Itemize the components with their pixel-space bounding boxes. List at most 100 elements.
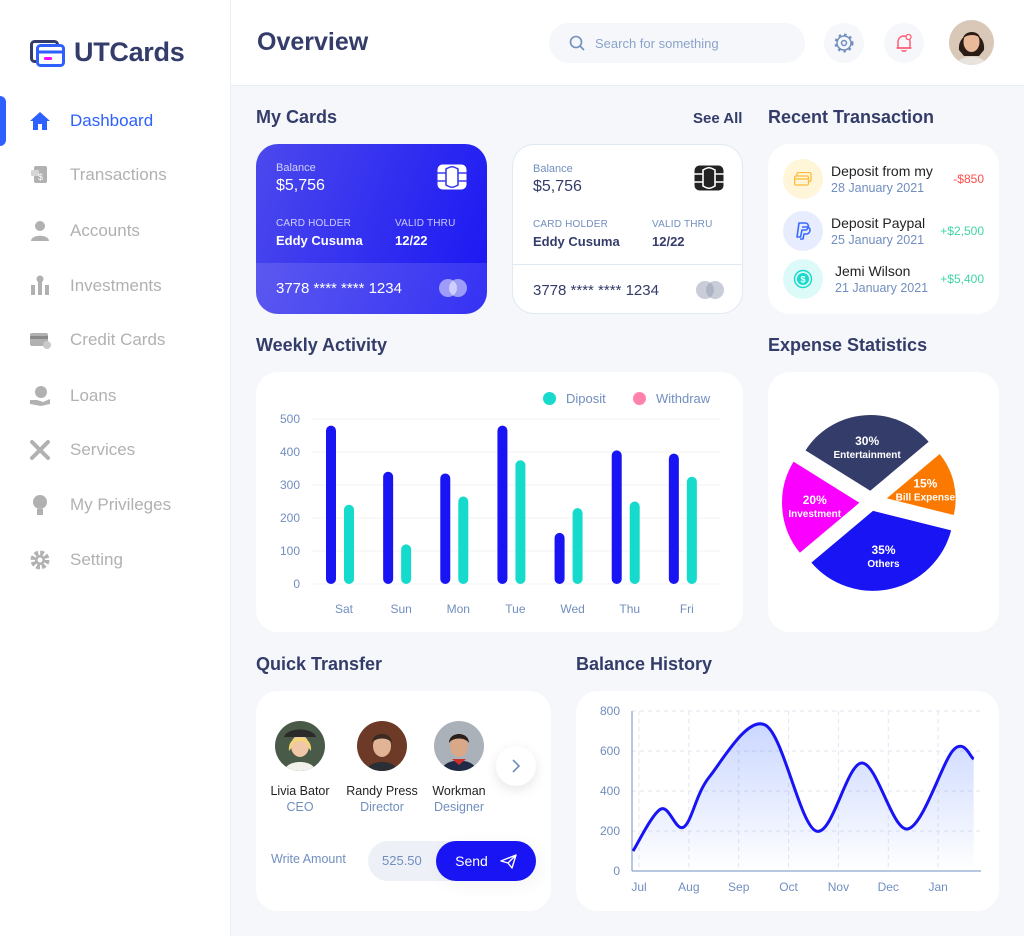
contact-name: Livia Bator	[270, 784, 330, 798]
settings-icon	[29, 549, 51, 571]
sidebar-item-transactions[interactable]: $ Transactions	[0, 150, 231, 200]
contact-avatar	[275, 721, 325, 771]
credit-card-icon	[29, 329, 51, 351]
card-icon	[783, 159, 823, 199]
y-tick-label: 200	[280, 511, 300, 525]
contact-role: Director	[360, 800, 404, 814]
pie-slice-percent: 35%	[871, 543, 895, 557]
contact-name: Randy Press	[346, 784, 418, 798]
user-avatar[interactable]	[949, 20, 994, 65]
card-holder: Eddy Cusuma	[533, 234, 620, 249]
card-number: 3778 **** **** 1234	[276, 280, 402, 297]
y-tick-label: 400	[280, 445, 300, 459]
expense-statistics-panel: 30% Entertainment 15% Bill Expense 35% Others…	[768, 372, 999, 632]
notifications-button[interactable]	[884, 23, 924, 63]
credit-card[interactable]: Balance $5,756 CARD HOLDER Eddy Cusuma V…	[512, 144, 743, 314]
card-balance-label: Balance	[276, 162, 316, 174]
transaction-row[interactable]: Deposit Paypal 25 January 2021 +$2,500	[783, 211, 984, 253]
amount-input[interactable]	[382, 853, 437, 868]
pie-slice-label: Bill Expense	[896, 492, 956, 503]
y-tick-label: 500	[280, 412, 300, 426]
next-contacts-button[interactable]	[496, 746, 536, 786]
x-tick-label: Fri	[680, 602, 694, 616]
bar-diposit	[401, 544, 412, 584]
sidebar-item-investments[interactable]: Investments	[0, 261, 231, 311]
y-tick-label: 600	[600, 744, 620, 758]
contact-role: Designer	[433, 800, 485, 814]
loan-icon	[29, 385, 51, 407]
area-fill	[633, 723, 974, 871]
y-tick-label: 200	[600, 824, 620, 838]
sidebar-item-loans[interactable]: Loans	[0, 371, 231, 421]
sidebar-item-setting[interactable]: Setting	[0, 535, 231, 585]
bell-icon	[896, 33, 912, 52]
pie-slice-percent: 15%	[913, 476, 937, 490]
transaction-row[interactable]: $ Jemi Wilson 21 January 2021 +$5,400	[783, 259, 984, 301]
card-valid-label: VALID THRU	[395, 218, 456, 229]
bar-diposit	[515, 460, 526, 584]
x-tick-label: Aug	[678, 880, 699, 894]
transaction-date: 28 January 2021	[831, 181, 925, 195]
dollar-icon: $	[783, 259, 823, 299]
card-valid: 12/22	[652, 234, 685, 249]
y-tick-label: 0	[293, 577, 300, 591]
x-tick-label: Tue	[505, 602, 526, 616]
sidebar-item-label: Accounts	[70, 221, 140, 240]
sidebar-item-credit-cards[interactable]: Credit Cards	[0, 315, 231, 365]
send-button[interactable]: Send	[436, 841, 536, 881]
sidebar-item-label: Loans	[70, 386, 117, 405]
service-icon	[29, 439, 51, 461]
sidebar-item-label: Credit Cards	[70, 330, 166, 349]
search-bar[interactable]	[549, 23, 805, 63]
y-tick-label: 0	[613, 864, 620, 878]
sidebar-item-dashboard[interactable]: Dashboard	[0, 96, 231, 146]
card-holder-label: CARD HOLDER	[533, 219, 608, 230]
bar-diposit	[458, 496, 469, 584]
card-valid: 12/22	[395, 233, 428, 248]
sidebar-item-my-privileges[interactable]: My Privileges	[0, 480, 231, 530]
credit-card[interactable]: Balance $5,756 CARD HOLDER Eddy Cusuma V…	[256, 144, 487, 314]
search-icon	[569, 35, 585, 51]
app-logo[interactable]: UTCards	[30, 36, 185, 68]
svg-text:$: $	[800, 275, 805, 285]
quick-transfer-title: Quick Transfer	[256, 654, 383, 674]
chevron-right-icon	[512, 759, 521, 773]
x-tick-label: Jan	[928, 880, 947, 894]
bar-withdraw	[326, 425, 336, 584]
y-tick-label: 800	[600, 704, 620, 718]
transaction-title: Deposit from my	[831, 163, 933, 179]
svg-text:$: $	[38, 172, 43, 182]
sidebar-item-label: My Privileges	[70, 495, 172, 514]
card-number-strip: 3778 **** **** 1234	[513, 264, 742, 313]
sidebar-item-accounts[interactable]: Accounts	[0, 206, 231, 256]
card-holder: Eddy Cusuma	[276, 233, 363, 248]
contact-card[interactable]: Livia Bator CEO	[260, 721, 340, 814]
chip-icon	[694, 165, 724, 191]
contact-card[interactable]: Randy Press Director	[342, 721, 422, 814]
transfer-icon: $	[29, 164, 51, 186]
x-tick-label: Sep	[728, 880, 750, 894]
search-input[interactable]	[595, 35, 785, 51]
settings-button[interactable]	[824, 23, 864, 63]
x-tick-label: Sat	[335, 602, 354, 616]
x-tick-label: Mon	[447, 602, 470, 616]
top-header: Overview	[231, 0, 1024, 86]
expense-statistics-title: Expense Statistics	[768, 335, 928, 355]
sidebar-item-services[interactable]: Services	[0, 425, 231, 475]
contact-card[interactable]: Workman Designer	[419, 721, 499, 814]
transaction-date: 25 January 2021	[831, 233, 925, 247]
bar-withdraw	[440, 473, 451, 584]
x-tick-label: Nov	[828, 880, 849, 894]
app-name: UTCards	[74, 36, 185, 67]
investment-icon	[29, 275, 51, 297]
x-tick-label: Wed	[560, 602, 584, 616]
balance-history-chart: 800 600 400 200 0 Jul Aug Sep Oct Nov Dec Jan	[600, 704, 981, 894]
see-all-link[interactable]: See All	[693, 110, 742, 127]
bar-withdraw	[668, 453, 679, 584]
card-valid-label: VALID THRU	[652, 219, 713, 230]
recent-transaction-panel: Deposit from my 28 January 2021 -$850 De…	[768, 144, 999, 314]
transaction-row[interactable]: Deposit from my 28 January 2021 -$850	[783, 159, 984, 201]
card-balance: $5,756	[276, 177, 325, 194]
recent-transaction-title: Recent Transaction	[768, 107, 935, 127]
card-number: 3778 **** **** 1234	[533, 282, 659, 299]
